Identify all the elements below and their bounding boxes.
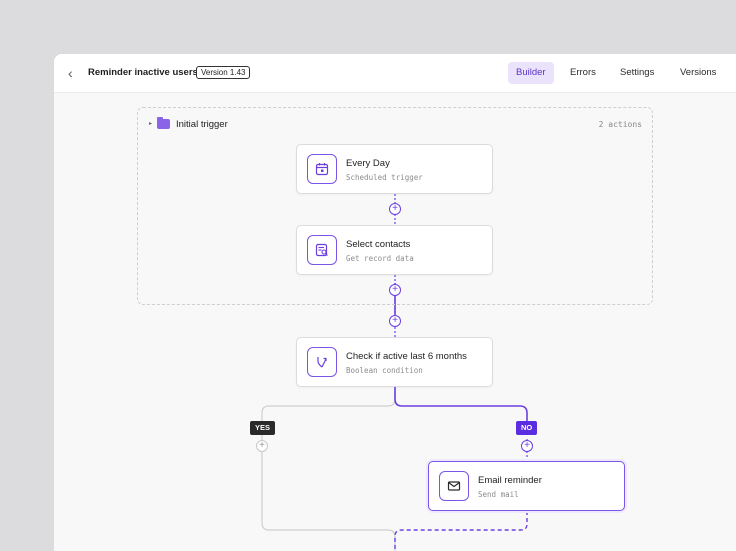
collapse-caret-icon[interactable]: ▸ <box>149 120 152 127</box>
tab-builder[interactable]: Builder <box>508 62 554 84</box>
tab-versions[interactable]: Versions <box>672 62 724 84</box>
node-subtitle: Send mail <box>478 490 519 499</box>
version-badge: Version 1.43 <box>196 66 251 79</box>
tab-settings[interactable]: Settings <box>612 62 662 84</box>
node-select-contacts[interactable]: Select contacts Get record data <box>296 225 493 275</box>
add-step-plus-icon[interactable]: + <box>389 203 401 215</box>
branch-icon <box>307 347 337 377</box>
record-search-icon <box>307 235 337 265</box>
node-subtitle: Boolean condition <box>346 366 423 375</box>
workflow-title: Reminder inactive users <box>88 67 198 78</box>
mail-icon <box>439 471 469 501</box>
tab-errors[interactable]: Errors <box>562 62 604 84</box>
node-title: Email reminder <box>478 475 542 486</box>
no-branch-label: NO <box>516 421 538 435</box>
back-chevron-icon[interactable]: ‹ <box>68 66 80 80</box>
workflow-window: ‹ Reminder inactive users Version 1.43 B… <box>54 54 736 551</box>
node-title: Check if active last 6 months <box>346 351 467 362</box>
builder-canvas[interactable]: ▸ Initial trigger 2 actions Every Day Sc… <box>54 93 736 551</box>
add-step-plus-icon[interactable]: + <box>389 315 401 327</box>
node-email-reminder[interactable]: Email reminder Send mail <box>428 461 625 511</box>
add-step-plus-icon[interactable]: + <box>521 440 533 452</box>
add-step-plus-icon[interactable]: + <box>389 284 401 296</box>
node-subtitle: Get record data <box>346 254 414 263</box>
yes-branch-label: YES <box>250 421 276 435</box>
node-title: Select contacts <box>346 239 411 250</box>
node-every-day[interactable]: Every Day Scheduled trigger <box>296 144 493 194</box>
group-action-count: 2 actions <box>598 120 642 129</box>
group-title: Initial trigger <box>176 119 228 130</box>
top-bar: ‹ Reminder inactive users Version 1.43 B… <box>54 54 736 93</box>
calendar-icon <box>307 154 337 184</box>
node-check-active[interactable]: Check if active last 6 months Boolean co… <box>296 337 493 387</box>
folder-icon <box>157 117 170 129</box>
node-title: Every Day <box>346 158 390 169</box>
node-subtitle: Scheduled trigger <box>346 173 423 182</box>
add-step-plus-icon[interactable]: + <box>256 440 268 452</box>
